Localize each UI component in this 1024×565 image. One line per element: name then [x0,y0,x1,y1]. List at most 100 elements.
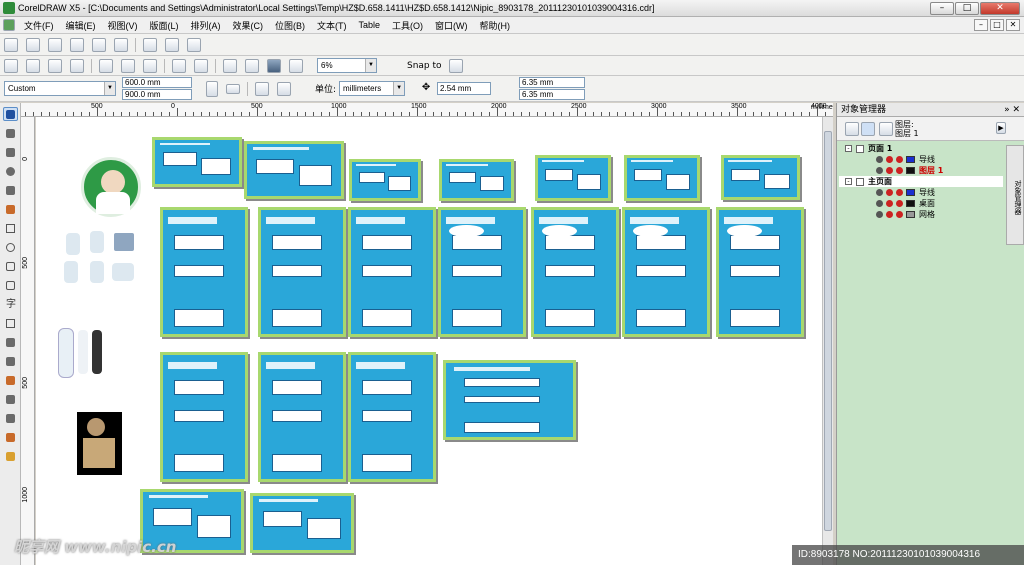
eye-icon[interactable] [876,156,883,163]
smart-fill-tool-icon[interactable] [3,202,18,216]
design-page[interactable] [716,207,804,337]
paste-icon[interactable] [143,58,157,73]
menu-file[interactable]: 文件(F) [18,19,60,32]
vertical-scrollbar[interactable] [822,117,833,565]
publish-icon[interactable] [267,58,281,73]
align-icon[interactable] [187,37,201,52]
eye-icon[interactable] [876,167,883,174]
doc-restore-button[interactable]: □ [990,19,1004,31]
text-tool-icon[interactable]: 字 [3,297,18,311]
eye-icon[interactable] [876,200,883,207]
menu-tools[interactable]: 工具(O) [386,19,429,32]
print-icon[interactable] [886,211,893,218]
layer-row[interactable]: -导线 [839,154,1003,165]
page-size-combo[interactable]: Custom ▼ [4,81,116,96]
horizontal-ruler[interactable]: millimeters 5000500100015002000250030003… [21,103,833,117]
import-icon[interactable] [223,58,237,73]
trace-icon[interactable] [114,37,128,52]
menu-layout[interactable]: 版面(L) [144,19,185,32]
lock-icon[interactable] [896,156,903,163]
menu-edit[interactable]: 编辑(E) [60,19,102,32]
nudge-distance-field[interactable]: 2.54 mm [437,82,492,95]
show-properties-icon[interactable] [845,122,859,136]
interactive-fill-tool-icon[interactable] [3,449,18,463]
eyedropper-tool-icon[interactable] [3,392,18,406]
menu-effects[interactable]: 效果(C) [227,19,270,32]
doctors-group-clipart[interactable] [62,229,138,285]
layer-color-swatch[interactable] [906,200,915,207]
connector-tool-icon[interactable] [3,354,18,368]
page-height-field[interactable]: 900.0 mm [122,89,192,100]
design-page[interactable] [160,207,248,337]
units-combo[interactable]: millimeters ▼ [339,81,406,96]
all-pages-icon[interactable] [255,81,269,96]
table-tool-icon[interactable] [3,316,18,330]
landscape-icon[interactable] [226,83,240,94]
eye-icon[interactable] [876,211,883,218]
design-page[interactable] [258,207,346,337]
export-icon[interactable] [245,58,259,73]
vertical-ruler[interactable]: 0 500 500 1000 [21,117,35,565]
lock-icon[interactable] [896,167,903,174]
panel-flyout-icon[interactable]: ▶ [996,122,1006,134]
pick-tool-icon[interactable] [3,107,18,121]
combine-icon[interactable] [92,37,106,52]
design-page[interactable] [348,352,436,482]
expand-icon[interactable]: - [845,178,852,185]
doc-close-button[interactable]: ✕ [1006,19,1020,31]
design-page[interactable] [439,159,514,201]
layer-manager-icon[interactable] [879,122,893,136]
design-page[interactable] [349,159,421,201]
layer-row[interactable]: -导线 [839,187,1003,198]
panel-close-icon[interactable]: » ✕ [1004,103,1020,117]
redo-icon[interactable] [194,58,208,73]
portrait-icon[interactable] [206,80,218,97]
design-page[interactable] [438,207,526,337]
layer-row[interactable]: -网格 [839,209,1003,220]
lock-icon[interactable] [896,189,903,196]
doctor-avatar-clipart[interactable] [81,157,141,217]
fill-tool-icon[interactable] [3,430,18,444]
print-icon[interactable] [70,58,84,73]
page-width-field[interactable]: 600.0 mm [122,77,192,88]
freehand-tool-icon[interactable] [3,183,18,197]
design-page[interactable] [258,352,346,482]
layer-row[interactable]: -图层 1 [839,165,1003,176]
basic-shapes-tool-icon[interactable] [3,278,18,292]
menu-help[interactable]: 帮助(H) [474,19,517,32]
current-page-icon[interactable] [277,81,291,96]
expand-icon[interactable]: - [845,145,852,152]
print-icon[interactable] [886,200,893,207]
menu-bitmaps[interactable]: 位图(B) [269,19,311,32]
polygon-tool-icon[interactable] [3,259,18,273]
design-page[interactable] [160,352,248,482]
design-page[interactable] [244,141,344,199]
zoom-tool-icon[interactable] [3,164,18,178]
menu-view[interactable]: 视图(V) [102,19,144,32]
pharmacist-clipart[interactable] [77,412,122,475]
lock-icon[interactable] [896,200,903,207]
design-page[interactable] [348,207,436,337]
crop-tool-icon[interactable] [3,145,18,159]
design-page[interactable] [624,155,700,201]
design-page[interactable] [535,155,611,201]
menu-table[interactable]: Table [353,20,387,30]
design-page[interactable] [721,155,800,200]
undo-icon[interactable] [172,58,186,73]
print-icon[interactable] [886,189,893,196]
app-launcher-icon[interactable] [289,58,303,73]
minimize-button[interactable]: – [930,1,954,15]
duplicate-x-field[interactable]: 6.35 mm [519,77,586,88]
layer-row[interactable]: -桌面 [839,198,1003,209]
edit-across-layers-icon[interactable] [861,122,875,136]
shape-tool-icon[interactable] [3,126,18,140]
new-icon[interactable] [4,37,18,52]
design-page[interactable] [622,207,710,337]
crop-icon[interactable] [48,37,62,52]
new-document-icon[interactable] [4,58,18,73]
print-icon[interactable] [886,156,893,163]
design-page[interactable] [250,493,354,553]
blend-tool-icon[interactable] [3,373,18,387]
effects-icon[interactable] [143,37,157,52]
layer-row[interactable]: - 主页面 [839,176,1003,187]
